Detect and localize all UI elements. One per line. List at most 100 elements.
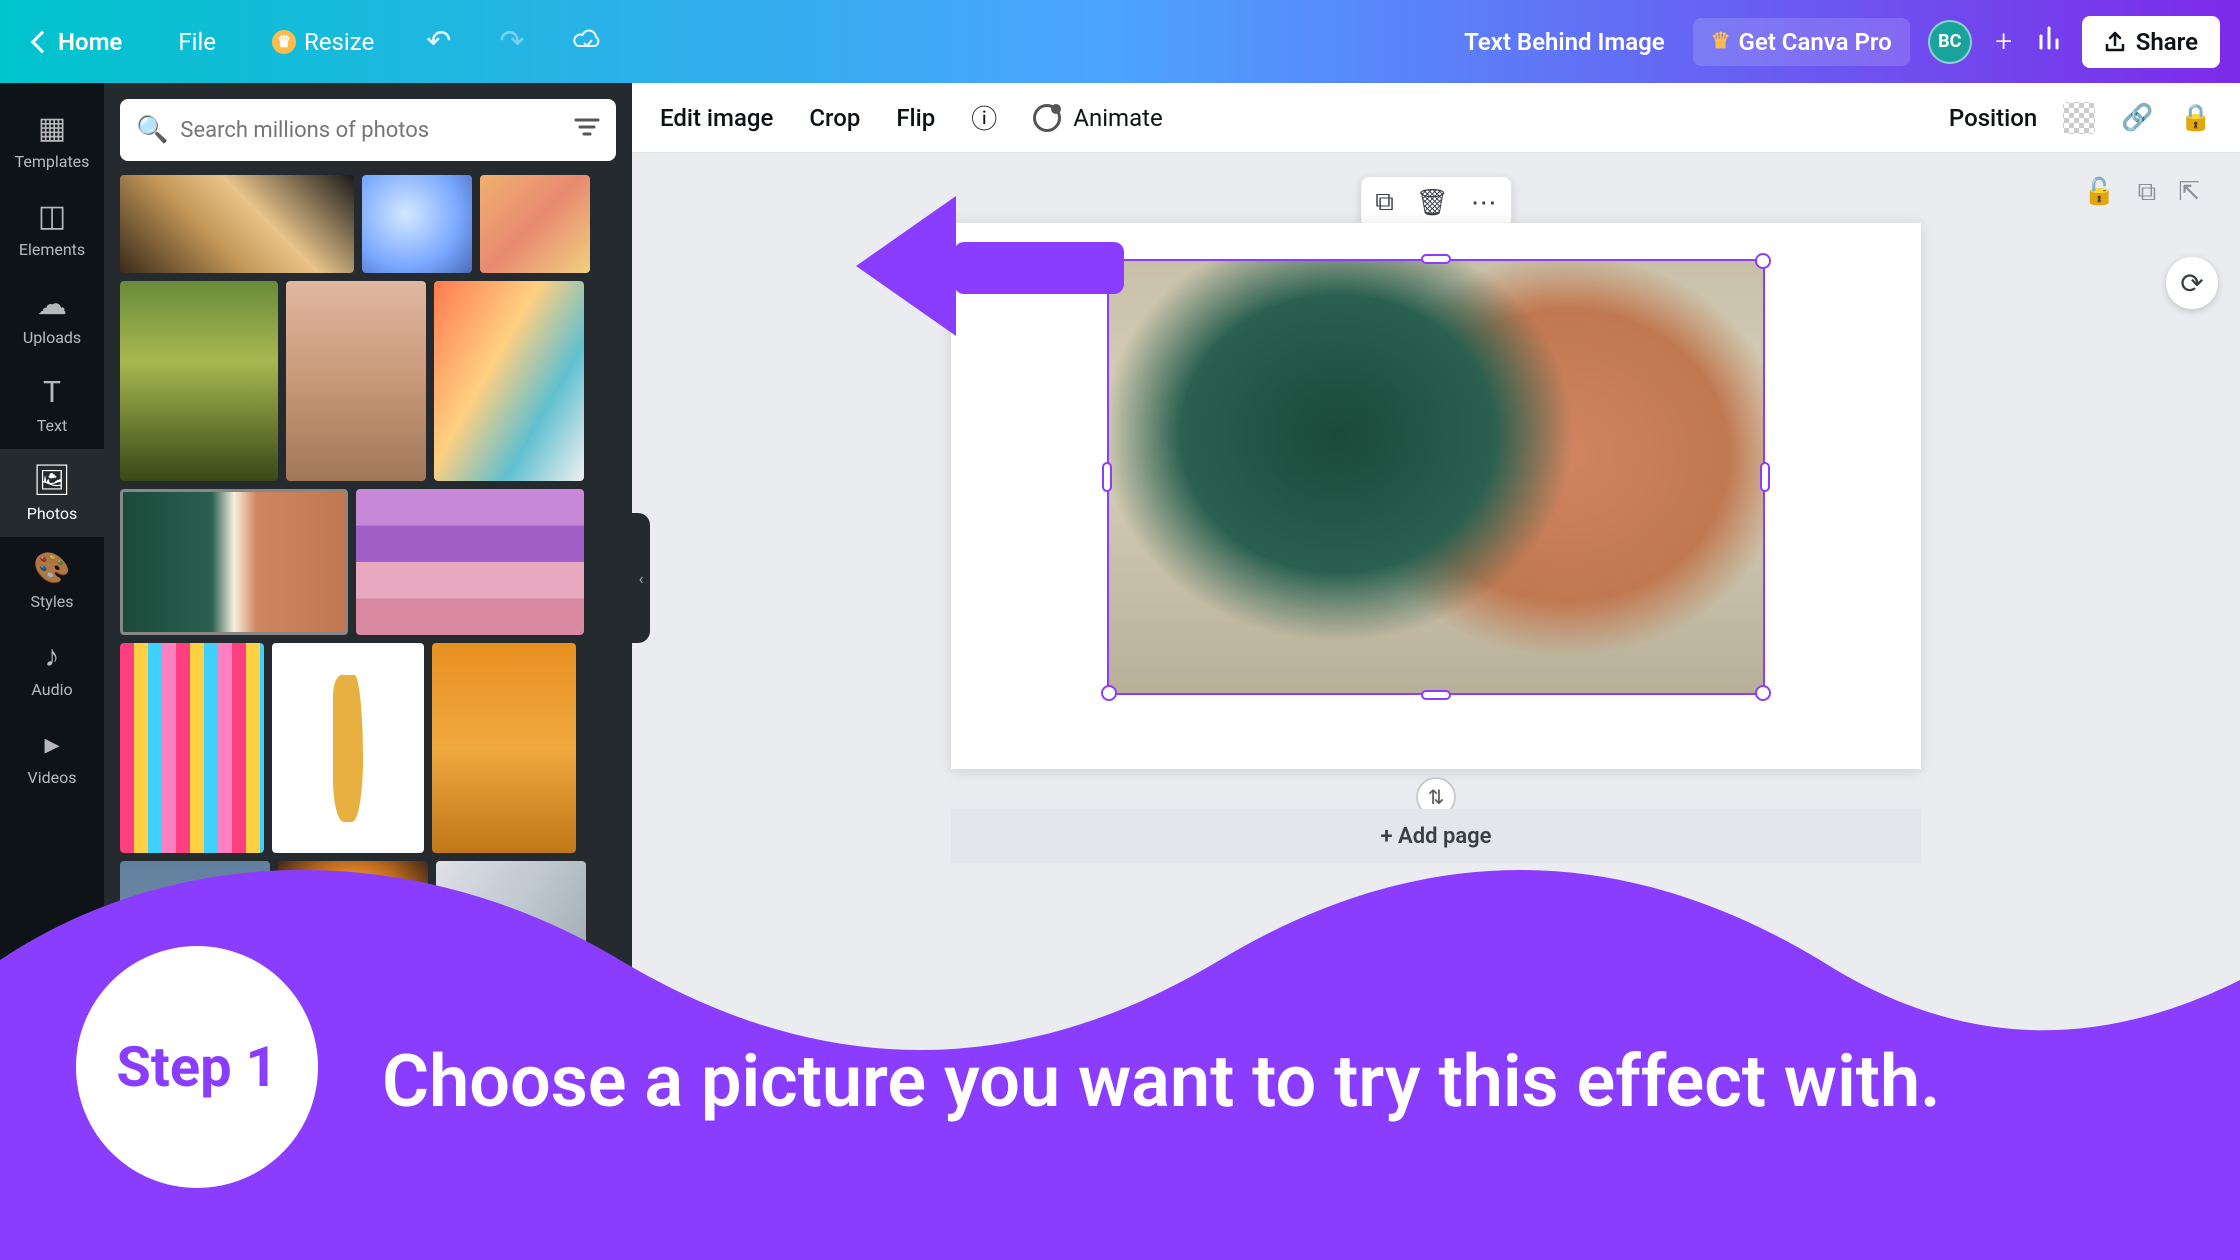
document-name[interactable]: Text Behind Image bbox=[1464, 28, 1665, 56]
photo-thumbnail[interactable] bbox=[480, 175, 590, 273]
home-label: Home bbox=[58, 28, 122, 56]
resize-handle-b[interactable] bbox=[1421, 690, 1451, 700]
animate-button[interactable]: Animate bbox=[1033, 104, 1162, 132]
get-pro-button[interactable]: ♛ Get Canva Pro bbox=[1693, 18, 1910, 66]
resize-handle-br[interactable] bbox=[1755, 685, 1771, 701]
zoom-slider[interactable] bbox=[1800, 965, 1820, 985]
resize-handle-r[interactable] bbox=[1760, 462, 1770, 492]
rail-audio[interactable]: ♪ Audio bbox=[0, 625, 104, 713]
photo-thumbnail[interactable] bbox=[436, 861, 586, 981]
rail-elements-label: Elements bbox=[19, 240, 85, 259]
rail-templates[interactable]: ▦ Templates bbox=[0, 97, 104, 185]
topbar-left: Home File ♛ Resize ↶ ↷ bbox=[20, 14, 612, 69]
new-page-icon[interactable]: ⇱ bbox=[2178, 177, 2200, 208]
photo-thumbnail[interactable] bbox=[120, 643, 264, 853]
transparency-button[interactable] bbox=[2063, 102, 2095, 134]
crop-button[interactable]: Crop bbox=[809, 104, 860, 132]
redo-button[interactable]: ↷ bbox=[489, 14, 534, 69]
more-icon[interactable]: ⋯ bbox=[1471, 188, 1497, 218]
rail-styles[interactable]: 🎨 Styles bbox=[0, 537, 104, 625]
photo-thumbnail[interactable] bbox=[120, 281, 278, 481]
flip-button[interactable]: Flip bbox=[896, 104, 935, 132]
share-button[interactable]: Share bbox=[2082, 16, 2220, 68]
search-icon: 🔍 bbox=[136, 115, 168, 145]
rail-videos[interactable]: ▸ Videos bbox=[0, 713, 104, 801]
resize-handle-l[interactable] bbox=[1102, 462, 1112, 492]
photo-thumbnail[interactable] bbox=[272, 643, 424, 853]
link-icon[interactable]: 🔗 bbox=[2121, 103, 2153, 133]
rail-audio-label: Audio bbox=[31, 680, 72, 699]
user-avatar[interactable]: BC bbox=[1928, 20, 1972, 64]
page-lock-icon[interactable]: 🔓 bbox=[2083, 177, 2115, 208]
audio-icon: ♪ bbox=[0, 639, 104, 674]
crown-badge-icon: ♛ bbox=[272, 30, 296, 54]
zoom-track bbox=[1650, 973, 1840, 977]
cloud-sync-icon[interactable] bbox=[562, 17, 612, 67]
info-icon[interactable]: ⓘ bbox=[971, 99, 997, 136]
selection-toolbar: ⧉ 🗑 ⋯ bbox=[1361, 177, 1511, 228]
photo-thumbnail[interactable] bbox=[278, 861, 428, 981]
resize-handle-bl[interactable] bbox=[1101, 685, 1117, 701]
rail-text[interactable]: T Text bbox=[0, 361, 104, 449]
undo-button[interactable]: ↶ bbox=[416, 14, 461, 69]
templates-icon: ▦ bbox=[0, 111, 104, 146]
position-button[interactable]: Position bbox=[1949, 104, 2037, 132]
selected-image[interactable] bbox=[1107, 259, 1765, 695]
photo-thumbnail-selected[interactable] bbox=[120, 489, 348, 635]
photo-thumbnail[interactable] bbox=[432, 643, 576, 853]
uploads-icon: ☁ bbox=[0, 287, 104, 322]
rail-videos-label: Videos bbox=[28, 768, 77, 787]
add-collaborator-button[interactable]: + bbox=[1990, 28, 2018, 56]
photo-thumbnail[interactable] bbox=[356, 489, 584, 635]
duplicate-page-icon[interactable]: ⧉ bbox=[2138, 177, 2157, 208]
topbar-right: Text Behind Image ♛ Get Canva Pro BC + S… bbox=[1464, 16, 2220, 68]
rail-photos-label: Photos bbox=[27, 504, 78, 523]
resize-handle-t[interactable] bbox=[1421, 254, 1451, 264]
photo-thumbnail[interactable] bbox=[362, 175, 472, 273]
rail-elements[interactable]: ◫ Elements bbox=[0, 185, 104, 273]
photo-thumbnail[interactable] bbox=[120, 175, 354, 273]
photos-icon: 🖼 bbox=[0, 463, 104, 498]
styles-icon: 🎨 bbox=[0, 551, 104, 586]
upload-icon bbox=[2104, 31, 2126, 53]
videos-icon: ▸ bbox=[0, 727, 104, 762]
add-page-button[interactable]: + Add page bbox=[951, 809, 1921, 863]
text-icon: T bbox=[0, 375, 104, 410]
context-toolbar-right: Position 🔗 🔒 bbox=[1949, 102, 2212, 134]
animate-label: Animate bbox=[1073, 104, 1162, 132]
search-input[interactable] bbox=[180, 118, 562, 143]
photo-thumbnail[interactable] bbox=[286, 281, 426, 481]
top-menu-bar: Home File ♛ Resize ↶ ↷ Text Behind Image… bbox=[0, 0, 2240, 83]
context-toolbar: Edit image Crop Flip ⓘ Animate Position … bbox=[632, 83, 2240, 153]
rail-styles-label: Styles bbox=[31, 592, 74, 611]
insights-icon[interactable] bbox=[2036, 24, 2064, 59]
refresh-button[interactable]: ⟳ bbox=[2166, 257, 2218, 309]
photo-thumbnail[interactable] bbox=[434, 281, 584, 481]
lock-icon[interactable]: 🔒 bbox=[2180, 103, 2212, 133]
trash-icon[interactable]: 🗑 bbox=[1416, 188, 1449, 218]
arrow-head-icon bbox=[856, 196, 956, 336]
step-instruction: Choose a picture you want to try this ef… bbox=[382, 1039, 1941, 1124]
arrow-shaft bbox=[954, 242, 1124, 294]
resize-button[interactable]: ♛ Resize bbox=[258, 18, 388, 66]
get-pro-label: Get Canva Pro bbox=[1738, 28, 1891, 56]
rail-text-label: Text bbox=[37, 416, 67, 435]
elements-icon: ◫ bbox=[0, 199, 104, 234]
photo-search: 🔍 bbox=[120, 99, 616, 161]
rail-templates-label: Templates bbox=[15, 152, 90, 171]
edit-image-button[interactable]: Edit image bbox=[660, 104, 773, 132]
page-controls: 🔓 ⧉ ⇱ bbox=[2083, 177, 2200, 208]
duplicate-icon[interactable]: ⧉ bbox=[1375, 187, 1394, 218]
filter-icon[interactable] bbox=[574, 116, 600, 144]
rail-photos[interactable]: 🖼 Photos bbox=[0, 449, 104, 537]
step-badge: Step 1 bbox=[76, 946, 318, 1188]
home-button[interactable]: Home bbox=[20, 18, 136, 66]
annotation-arrow bbox=[856, 196, 1124, 336]
photo-grid bbox=[120, 175, 616, 981]
chevron-left-icon bbox=[31, 30, 54, 53]
collapse-panel-button[interactable]: ‹ bbox=[632, 513, 650, 643]
rail-uploads[interactable]: ☁ Uploads bbox=[0, 273, 104, 361]
share-label: Share bbox=[2136, 28, 2198, 56]
resize-handle-tr[interactable] bbox=[1755, 253, 1771, 269]
file-menu[interactable]: File bbox=[164, 18, 230, 66]
